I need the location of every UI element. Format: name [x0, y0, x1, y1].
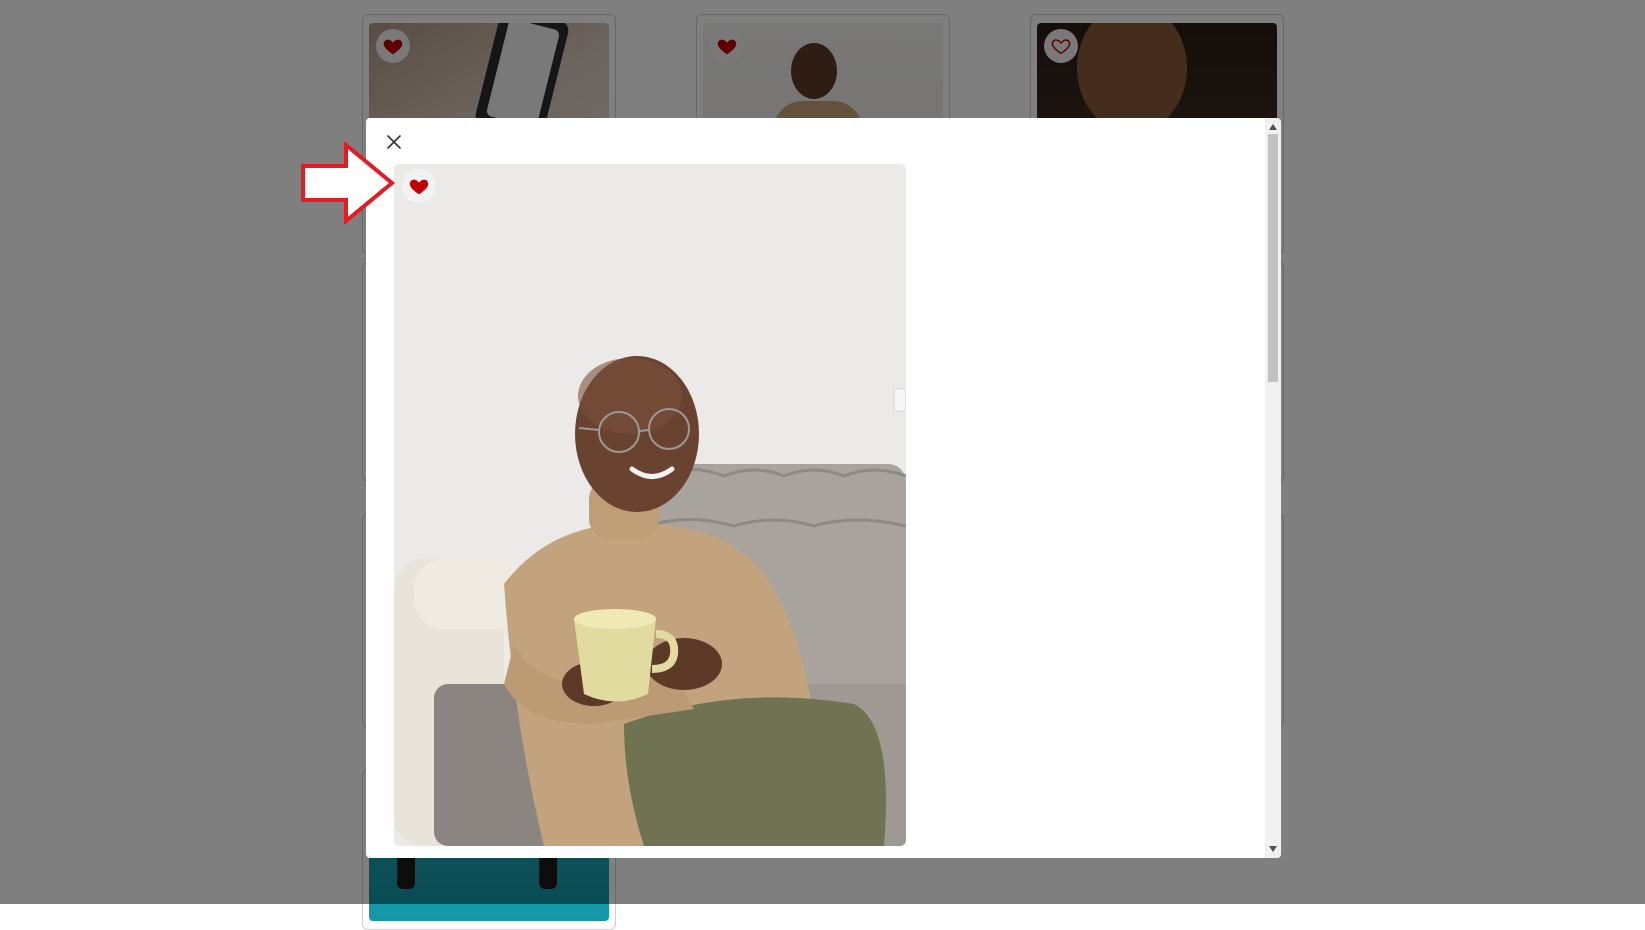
modal-scrollbar[interactable] [1265, 118, 1281, 858]
scroll-up-button[interactable] [1265, 120, 1281, 134]
man-with-cup-photo [394, 164, 906, 846]
photo-modal [366, 118, 1281, 858]
scroll-up-icon [1269, 124, 1277, 130]
scroll-down-button[interactable] [1265, 842, 1281, 856]
favorite-button[interactable] [402, 169, 436, 203]
annotation-arrow [300, 140, 396, 229]
scroll-down-icon [1269, 846, 1277, 852]
photo-illustration [394, 164, 906, 846]
scrollbar-thumb[interactable] [1268, 134, 1278, 382]
heart-filled-icon [409, 179, 429, 195]
right-arrow-icon [301, 140, 396, 226]
